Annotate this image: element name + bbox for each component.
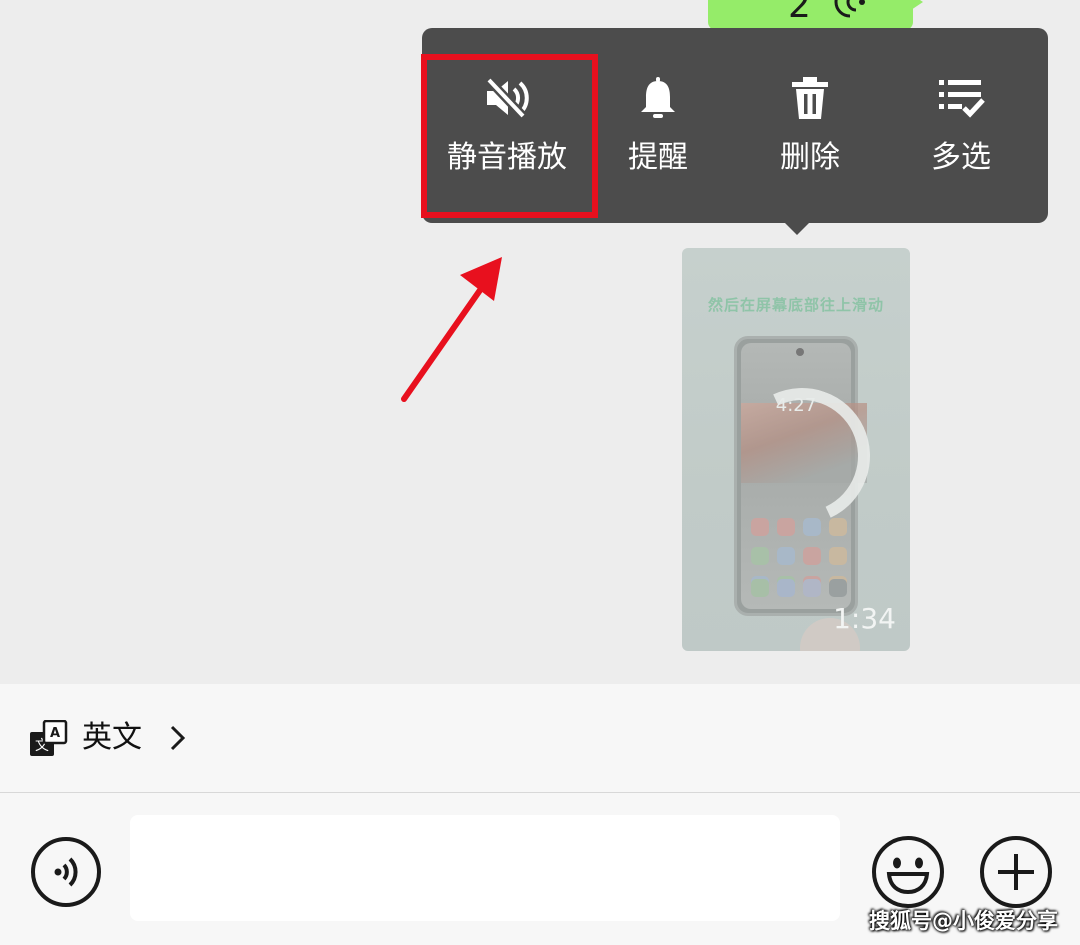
menu-caret (784, 222, 810, 235)
voice-waves-icon (830, 0, 870, 26)
menu-item-label: 静音播放 (447, 140, 567, 175)
menu-item-label: 多选 (931, 140, 991, 175)
video-message-thumbnail[interactable]: 然后在屏幕底部往上滑动 4:27 1:34 (682, 248, 910, 651)
camera-notch (796, 348, 804, 356)
more-actions-button[interactable] (978, 834, 1054, 910)
multi-select-icon (886, 76, 1036, 120)
speaker-muted-icon (432, 76, 582, 120)
translate-bar[interactable]: 文 A 英文 (0, 684, 1080, 793)
video-duration: 1:34 (833, 602, 896, 635)
voice-input-button[interactable] (30, 836, 102, 908)
watermark: 搜狐号@小俊爱分享 (869, 909, 1058, 933)
menu-item-mute-play[interactable]: 静音播放 (432, 28, 582, 223)
translate-language-label: 英文 (82, 720, 142, 755)
trash-icon (735, 76, 885, 120)
message-text-input[interactable] (130, 815, 840, 921)
menu-item-remind[interactable]: 提醒 (583, 28, 733, 223)
input-bar: 搜狐号@小俊爱分享 (0, 793, 1080, 945)
voice-duration: 2 (788, 0, 811, 26)
chevron-right-icon (168, 724, 188, 756)
translate-icon: 文 A (30, 719, 68, 762)
menu-item-label: 提醒 (628, 140, 688, 175)
annotation-arrow-icon (390, 245, 520, 419)
video-caption: 然后在屏幕底部往上滑动 (707, 296, 884, 314)
plus-icon (980, 836, 1052, 908)
emoji-button[interactable] (870, 834, 946, 910)
app-dock (751, 579, 855, 597)
emoji-icon (872, 836, 944, 908)
menu-item-multi-select[interactable]: 多选 (886, 28, 1036, 223)
voice-message-bubble[interactable]: 2 (708, 0, 923, 30)
menu-item-label: 删除 (780, 140, 840, 175)
menu-item-delete[interactable]: 删除 (735, 28, 885, 223)
svg-text:A: A (50, 726, 60, 741)
chat-area: 2 然后在屏幕底部往上滑动 4:27 1:34 静音播放 提醒 删除 多选 (0, 0, 1080, 684)
message-context-menu: 静音播放 提醒 删除 多选 (422, 28, 1048, 223)
bell-icon (583, 76, 733, 120)
voice-input-icon (31, 837, 101, 907)
